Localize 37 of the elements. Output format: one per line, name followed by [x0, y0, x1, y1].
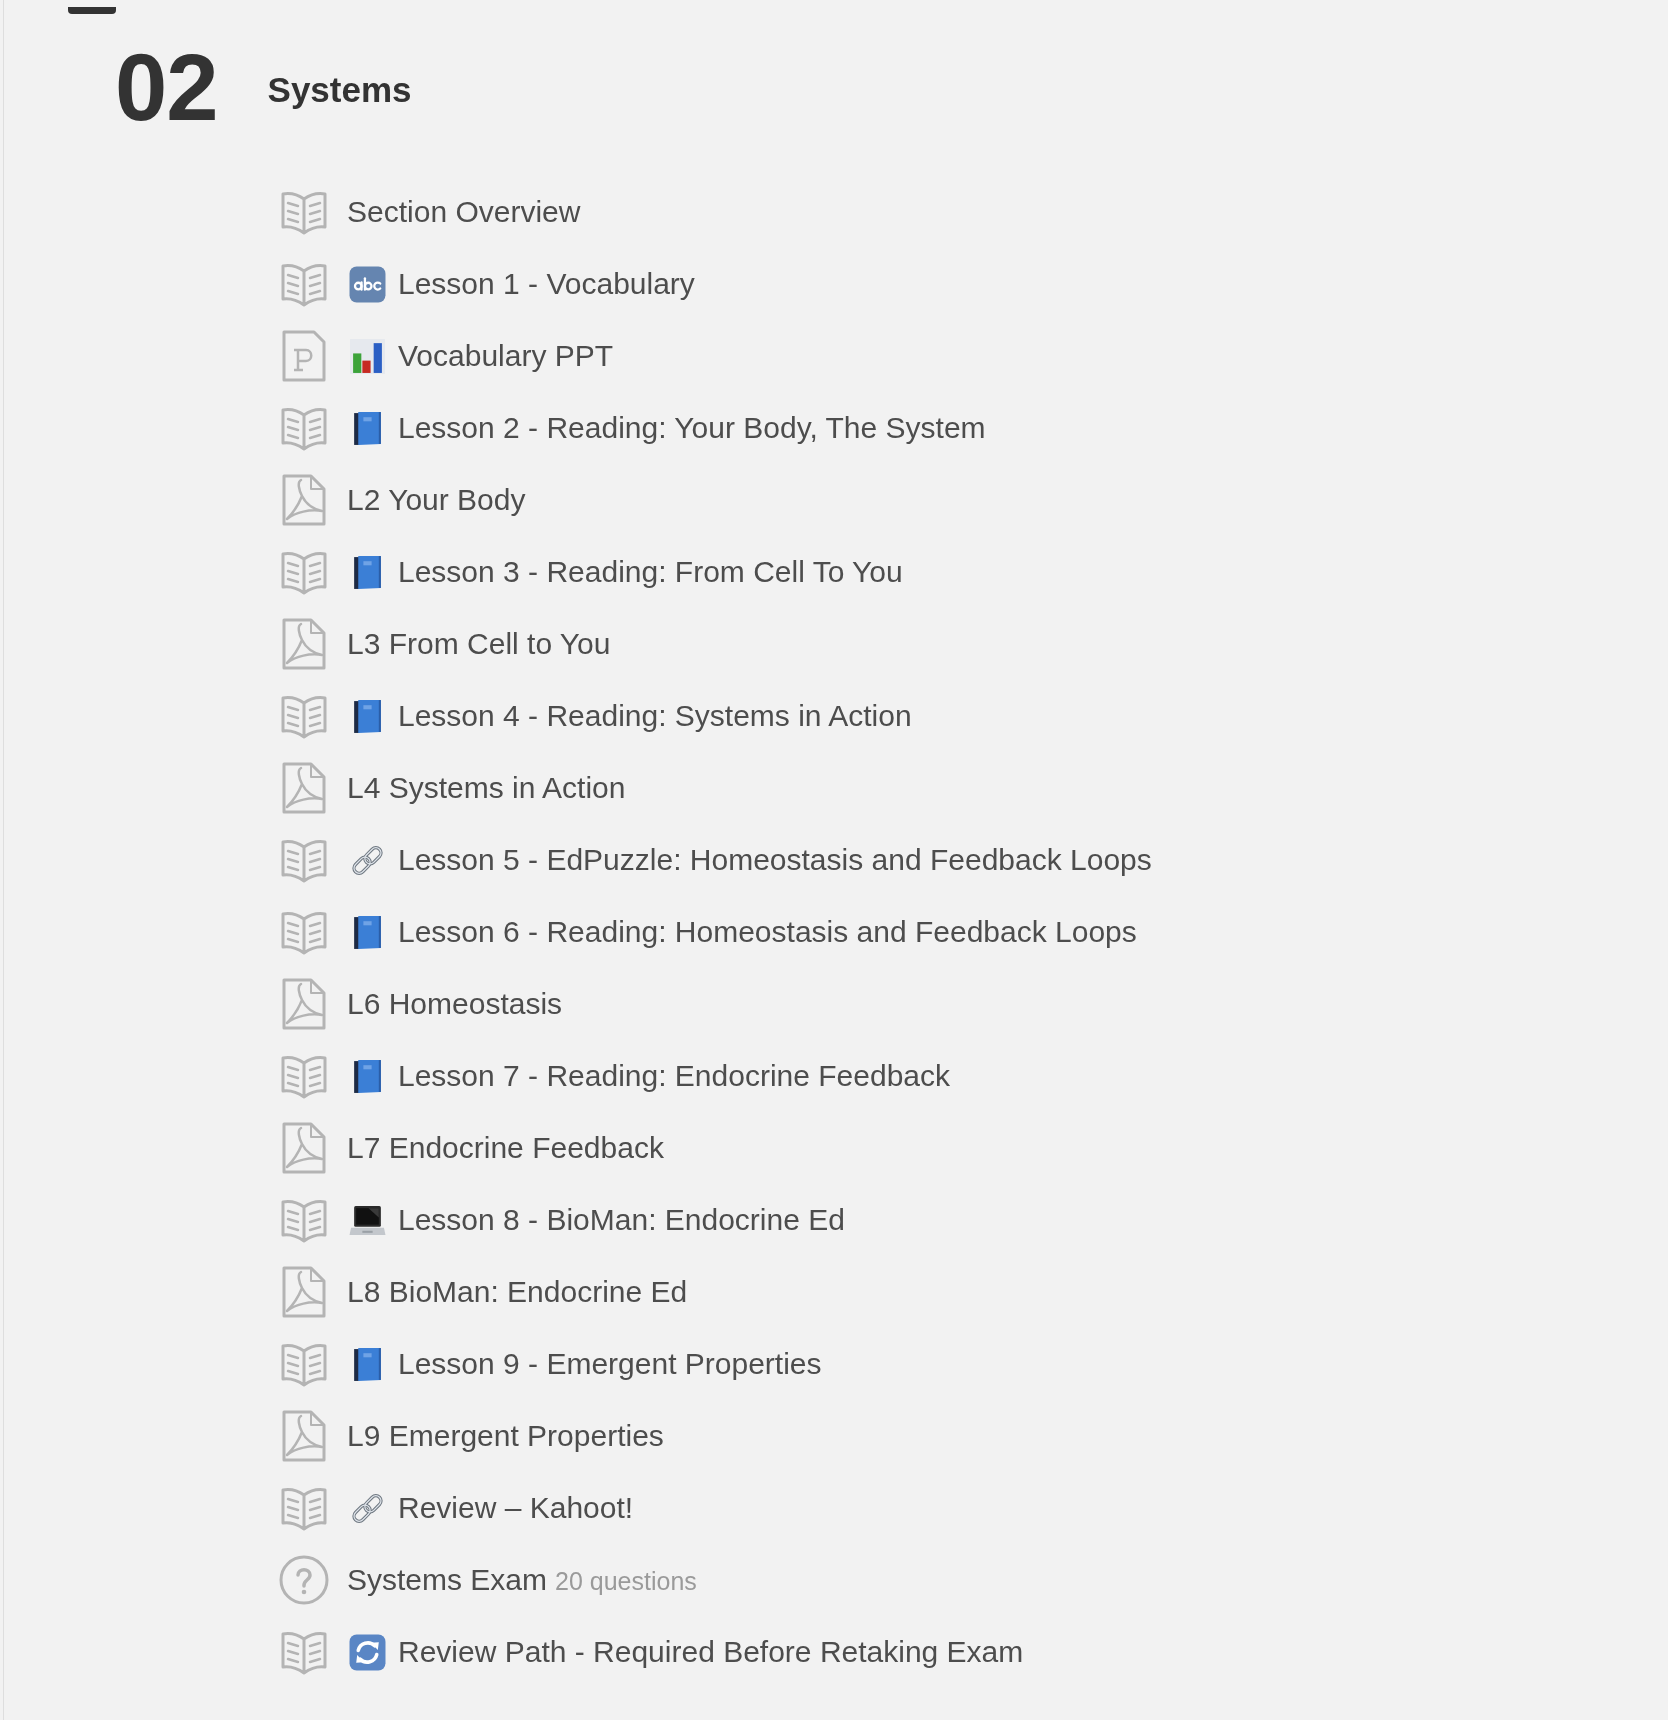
question-count: 20 questions	[555, 1567, 697, 1596]
outline-item-link[interactable]: Lesson 7 - Reading: Endocrine Feedback	[347, 1057, 950, 1095]
outline-item-link[interactable]: Lesson 5 - EdPuzzle: Homeostasis and Feedback Loops	[347, 841, 1152, 879]
question-circle-icon	[279, 1555, 329, 1605]
outline-item-link[interactable]: L8 BioMan: Endocrine Ed	[347, 1275, 688, 1309]
outline-item-link[interactable]: Lesson 6 - Reading: Homeostasis and Feedback Loops	[347, 913, 1137, 951]
outline-item-link[interactable]: Lesson 3 - Reading: From Cell To You	[347, 553, 903, 591]
p-file-icon	[282, 330, 326, 382]
outline-item-link[interactable]: L4 Systems in Action	[347, 771, 626, 805]
outline-item-link[interactable]: L6 Homeostasis	[347, 987, 563, 1021]
repeat-arrows-icon	[349, 1633, 386, 1671]
outline-item-link[interactable]: Lesson 4 - Reading: Systems in Action	[347, 697, 912, 735]
header-bar	[68, 7, 116, 14]
pdf-file-icon	[282, 618, 326, 670]
section-title: Systems	[267, 72, 412, 107]
outline-item-link[interactable]: L2 Your Body	[347, 483, 526, 517]
pdf-file-icon	[282, 762, 326, 814]
pdf-file-icon	[282, 1410, 326, 1462]
abc-tile-icon	[349, 265, 386, 303]
pdf-file-icon	[282, 978, 326, 1030]
outline-item-link[interactable]: Review – Kahoot!	[347, 1489, 634, 1527]
pdf-file-icon	[282, 1122, 326, 1174]
pdf-file-icon	[282, 1266, 326, 1318]
section-number: 02	[115, 41, 218, 135]
outline-item-link[interactable]: L9 Emergent Properties	[347, 1419, 664, 1453]
outline-item-link[interactable]: Lesson 8 - BioMan: Endocrine Ed	[347, 1201, 845, 1239]
outline-item-link[interactable]: L7 Endocrine Feedback	[347, 1131, 664, 1165]
outline-item-link[interactable]: Lesson 2 - Reading: Your Body, The System	[347, 409, 986, 447]
pdf-file-icon	[282, 474, 326, 526]
outline-item-link[interactable]: Review Path - Required Before Retaking Exam	[347, 1633, 1024, 1671]
outline-item-link[interactable]: Section Overview	[347, 195, 581, 229]
outline-item-link[interactable]: Lesson 1 - Vocabulary	[347, 265, 695, 303]
outline-item-link[interactable]: L3 From Cell to You	[347, 627, 611, 661]
outline-item-link[interactable]: Systems Exam	[347, 1563, 548, 1597]
outline-item-link[interactable]: Lesson 9 - Emergent Properties	[347, 1345, 822, 1383]
bar-chart-icon	[349, 337, 386, 375]
outline-item-link[interactable]: Vocabulary PPT	[347, 337, 614, 375]
